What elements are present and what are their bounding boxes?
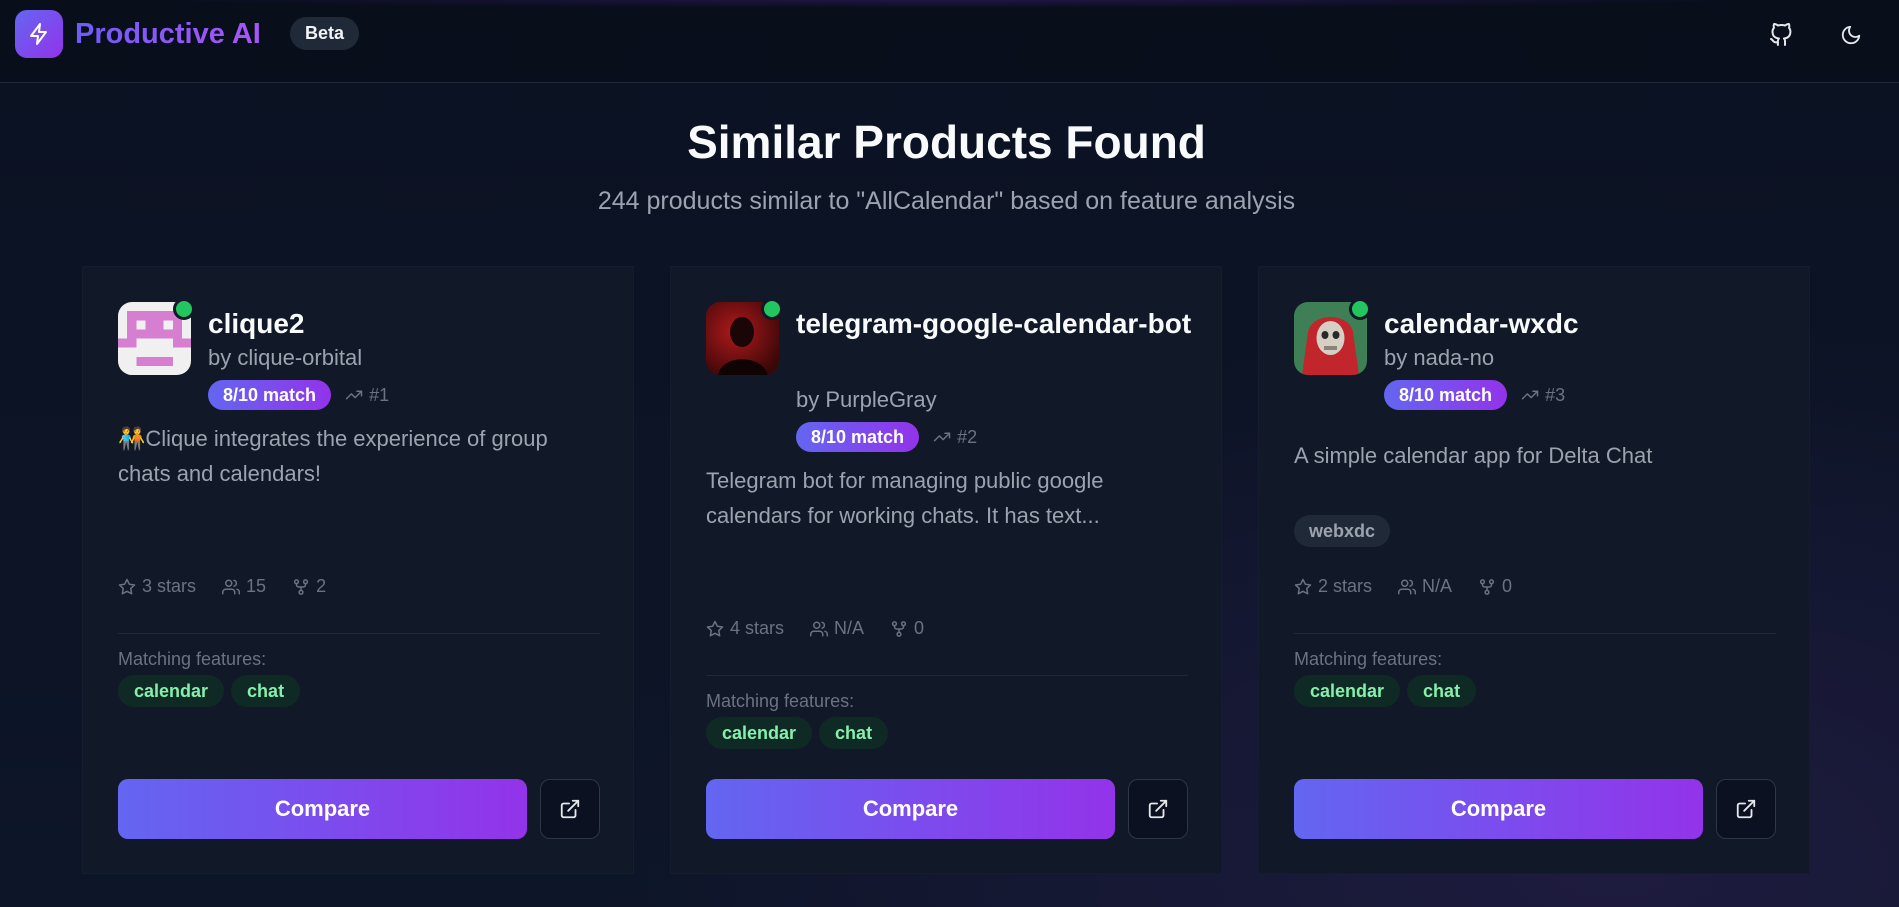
rank: #1 bbox=[345, 385, 389, 406]
open-external-button[interactable] bbox=[1716, 779, 1776, 839]
rank: #3 bbox=[1521, 385, 1565, 406]
product-author: by nada-no bbox=[1384, 345, 1495, 370]
product-card: telegram-google-calendar-bot by PurpleGr… bbox=[670, 266, 1222, 874]
product-description: Telegram bot for managing public google … bbox=[706, 468, 1104, 528]
feature-tag: calendar bbox=[118, 675, 225, 707]
users-icon bbox=[1398, 579, 1417, 594]
zap-icon bbox=[30, 23, 47, 45]
page-subtitle: 244 products similar to "AllCalendar" ba… bbox=[597, 187, 1296, 215]
trending-up-icon bbox=[1521, 390, 1539, 400]
matching-features: calendar chat bbox=[118, 675, 301, 707]
product-name[interactable]: clique2 bbox=[208, 303, 608, 345]
online-status-dot bbox=[1349, 298, 1371, 320]
app-header: Productive AI Beta bbox=[0, 0, 1899, 83]
feature-tag: chat bbox=[231, 675, 301, 707]
external-link-icon bbox=[560, 799, 580, 819]
forks-count: 0 bbox=[914, 618, 925, 638]
feature-tag: chat bbox=[1407, 675, 1477, 707]
divider bbox=[1294, 633, 1776, 634]
product-card: calendar-wxdc by nada-no 8/10 match #3 A… bbox=[1258, 266, 1810, 874]
stats-row: 3 stars 15 2 bbox=[118, 576, 326, 597]
online-status-dot bbox=[761, 298, 783, 320]
users-count: N/A bbox=[1422, 576, 1453, 596]
git-fork-icon bbox=[1479, 578, 1495, 595]
theme-toggle-button[interactable] bbox=[1831, 15, 1871, 55]
matching-features-label: Matching features: bbox=[1294, 649, 1443, 669]
product-author: by clique-orbital bbox=[208, 345, 363, 370]
compare-button[interactable]: Compare bbox=[118, 779, 527, 839]
stats-row: 4 stars N/A 0 bbox=[706, 618, 924, 639]
divider bbox=[118, 633, 600, 634]
compare-button[interactable]: Compare bbox=[706, 779, 1115, 839]
feature-tag: calendar bbox=[1294, 675, 1401, 707]
match-badge: 8/10 match bbox=[796, 422, 920, 452]
matching-features-label: Matching features: bbox=[706, 691, 855, 711]
product-name[interactable]: telegram-google-calendar-bot bbox=[796, 303, 1196, 345]
rank-label: #3 bbox=[1545, 384, 1566, 405]
topic-tag: webxdc bbox=[1294, 515, 1391, 547]
matching-features: calendar chat bbox=[706, 717, 889, 749]
rank-label: #1 bbox=[369, 384, 390, 405]
stars-count: 4 stars bbox=[730, 618, 785, 638]
external-link-icon bbox=[1148, 799, 1168, 819]
feature-tag: calendar bbox=[706, 717, 813, 749]
users-icon bbox=[810, 621, 829, 636]
trending-up-icon bbox=[345, 390, 363, 400]
product-description: A simple calendar app for Delta Chat bbox=[1294, 443, 1653, 468]
star-icon bbox=[1294, 578, 1312, 594]
star-icon bbox=[706, 620, 724, 636]
beta-badge: Beta bbox=[290, 17, 360, 50]
product-name[interactable]: calendar-wxdc bbox=[1384, 303, 1784, 345]
feature-tag: chat bbox=[819, 717, 889, 749]
product-author: by PurpleGray bbox=[796, 387, 937, 412]
users-count: 15 bbox=[246, 576, 267, 596]
product-card: clique2 by clique-orbital 8/10 match #1 … bbox=[82, 266, 634, 874]
stars-count: 3 stars bbox=[142, 576, 197, 596]
git-fork-icon bbox=[891, 620, 907, 637]
match-row: 8/10 match #1 bbox=[208, 380, 389, 410]
forks-count: 2 bbox=[316, 576, 327, 596]
page-title: Similar Products Found bbox=[687, 116, 1206, 168]
match-badge: 8/10 match bbox=[208, 380, 332, 410]
open-external-button[interactable] bbox=[540, 779, 600, 839]
github-icon bbox=[1770, 23, 1792, 46]
divider bbox=[706, 675, 1188, 676]
forks-count: 0 bbox=[1502, 576, 1513, 596]
external-link-icon bbox=[1736, 799, 1756, 819]
match-badge: 8/10 match bbox=[1384, 380, 1508, 410]
stats-row: 2 stars N/A 0 bbox=[1294, 576, 1512, 597]
git-fork-icon bbox=[293, 578, 309, 595]
brand-name[interactable]: Productive AI bbox=[75, 14, 261, 54]
logo[interactable] bbox=[15, 10, 63, 58]
matching-features: calendar chat bbox=[1294, 675, 1477, 707]
star-icon bbox=[118, 578, 136, 594]
match-row: 8/10 match #3 bbox=[1384, 380, 1565, 410]
moon-icon bbox=[1841, 25, 1861, 45]
stars-count: 2 stars bbox=[1318, 576, 1373, 596]
github-button[interactable] bbox=[1761, 15, 1801, 55]
rank: #2 bbox=[933, 427, 977, 448]
compare-button[interactable]: Compare bbox=[1294, 779, 1703, 839]
trending-up-icon bbox=[933, 432, 951, 442]
users-icon bbox=[222, 579, 241, 594]
users-count: N/A bbox=[834, 618, 865, 638]
matching-features-label: Matching features: bbox=[118, 649, 267, 669]
rank-label: #2 bbox=[957, 426, 978, 447]
online-status-dot bbox=[173, 298, 195, 320]
open-external-button[interactable] bbox=[1128, 779, 1188, 839]
product-description: 🧑‍🤝‍🧑Clique integrates the experience of… bbox=[118, 426, 548, 486]
match-row: 8/10 match #2 bbox=[796, 422, 977, 452]
